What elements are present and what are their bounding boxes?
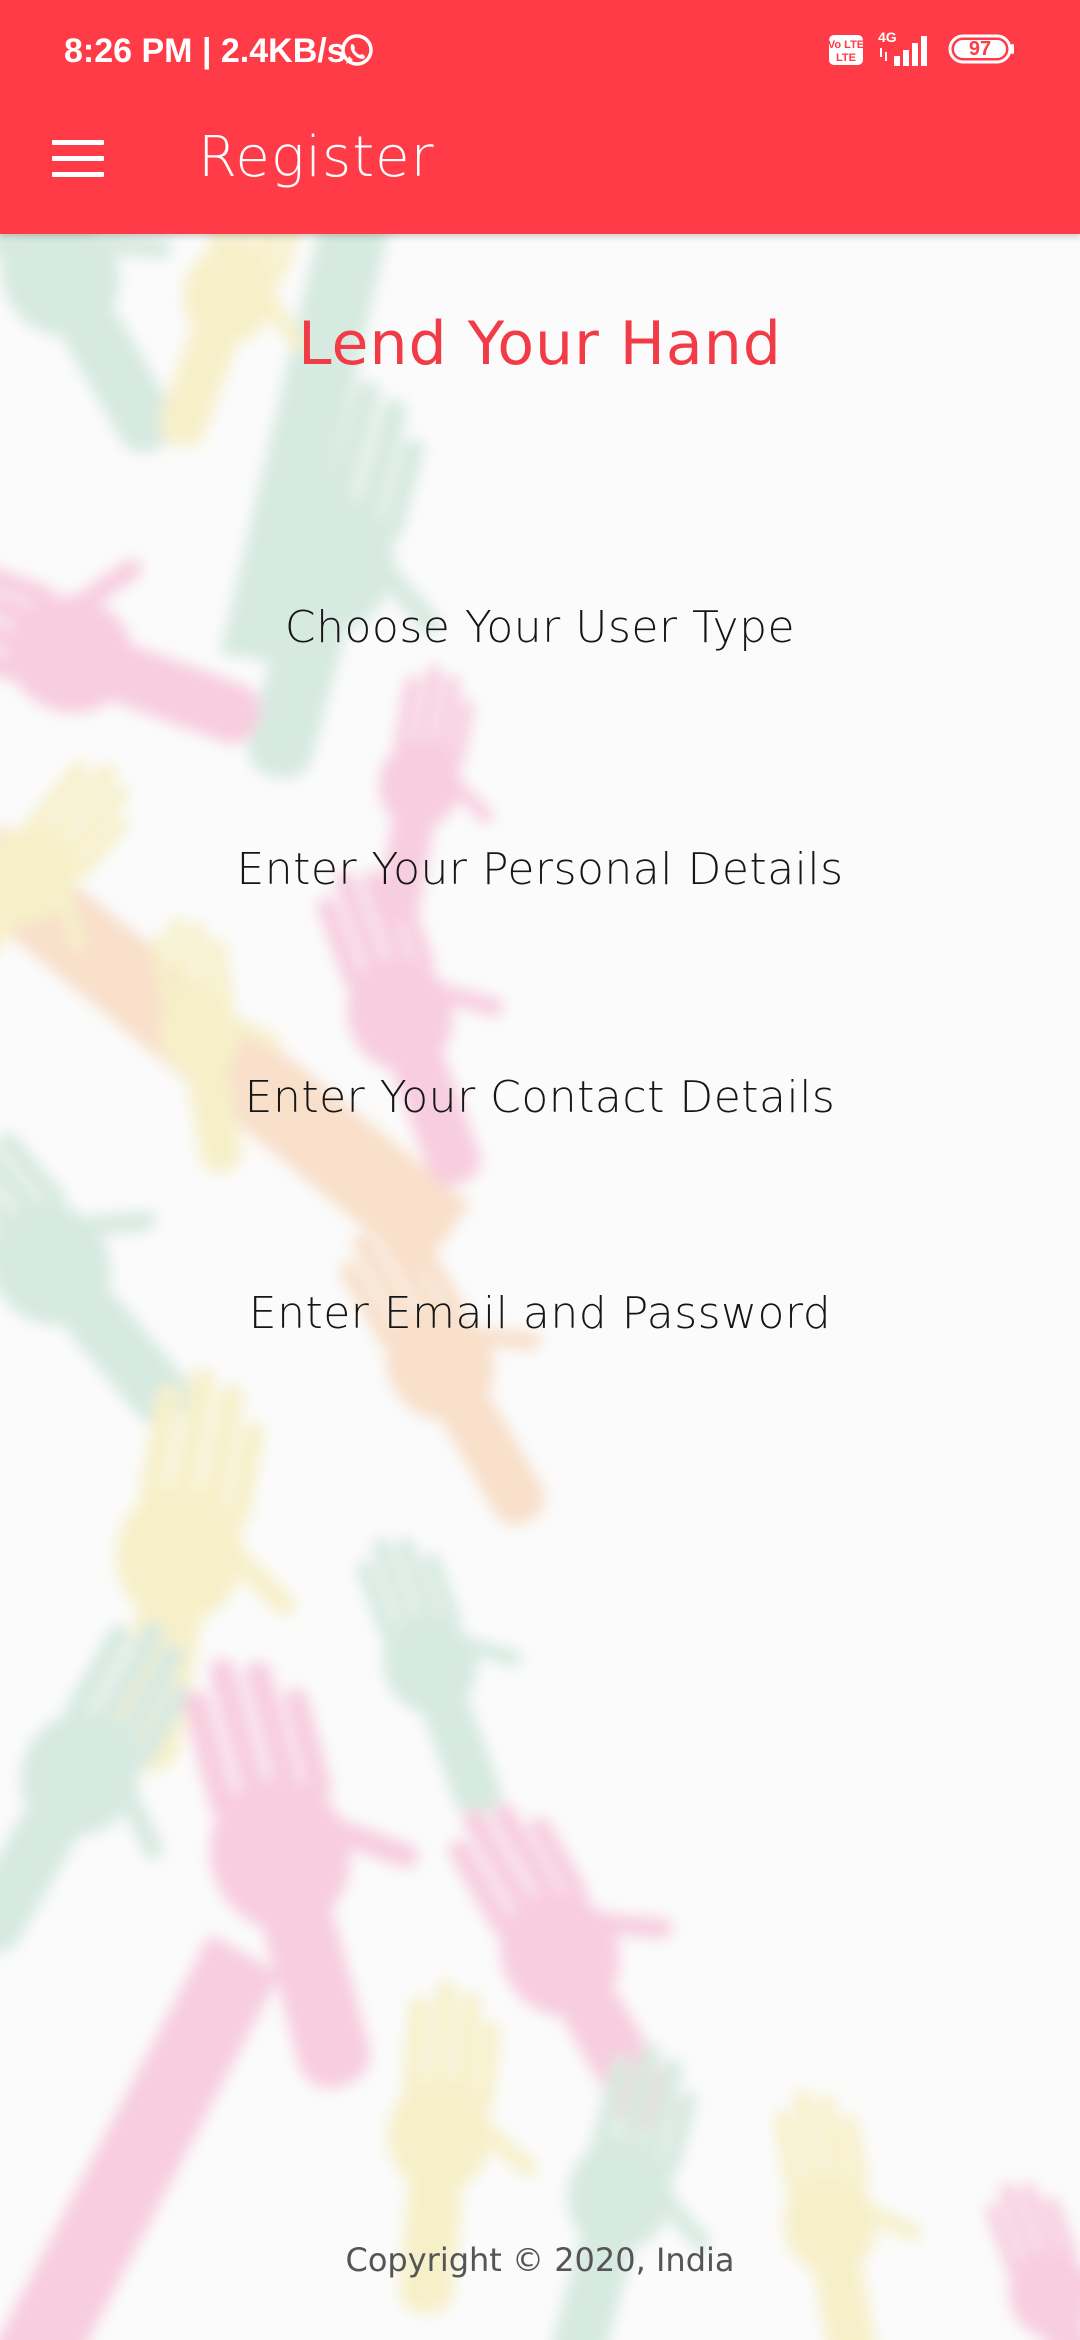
battery-level: 97 — [968, 38, 992, 60]
copyright-text: Copyright © 2020, India — [345, 2241, 735, 2279]
svg-text:Vo LTE: Vo LTE — [828, 39, 864, 51]
app-bar: 8:26 PM | 2.4KB/s Vo LTE LTE 4G 97 Regis… — [0, 0, 1080, 234]
signal-icon: 4G — [878, 29, 927, 66]
personal-details-link[interactable]: Enter Your Personal Details — [140, 840, 940, 900]
svg-text:LTE: LTE — [836, 52, 856, 64]
contact-details-link[interactable]: Enter Your Contact Details — [140, 1068, 940, 1128]
page-title: Lend Your Hand — [298, 309, 782, 379]
whatsapp-icon — [341, 34, 373, 66]
choose-user-type-link[interactable]: Choose Your User Type — [140, 598, 940, 658]
svg-text:4G: 4G — [878, 29, 897, 45]
email-password-link[interactable]: Enter Email and Password — [140, 1284, 940, 1344]
status-time-and-speed: 8:26 PM | 2.4KB/s — [64, 32, 346, 70]
volte-icon: Vo LTE LTE — [828, 35, 864, 65]
toolbar-title: Register — [198, 125, 435, 190]
hamburger-menu-icon[interactable] — [36, 118, 118, 200]
register-content: Lend Your Hand Choose Your User Type Ent… — [0, 234, 1080, 2340]
